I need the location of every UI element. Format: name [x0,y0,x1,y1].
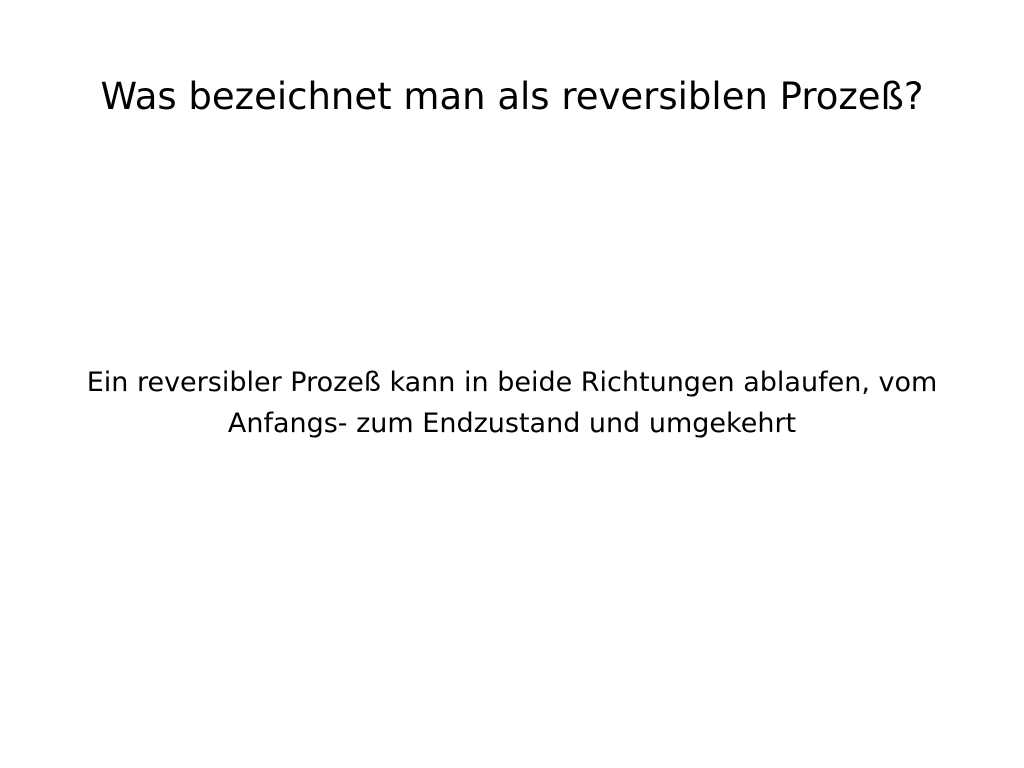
question-title: Was bezeichnet man als reversiblen Proze… [100,75,924,118]
flashcard-slide: Was bezeichnet man als reversiblen Proze… [0,0,1024,768]
answer-text: Ein reversibler Prozeß kann in beide Ric… [86,367,938,439]
